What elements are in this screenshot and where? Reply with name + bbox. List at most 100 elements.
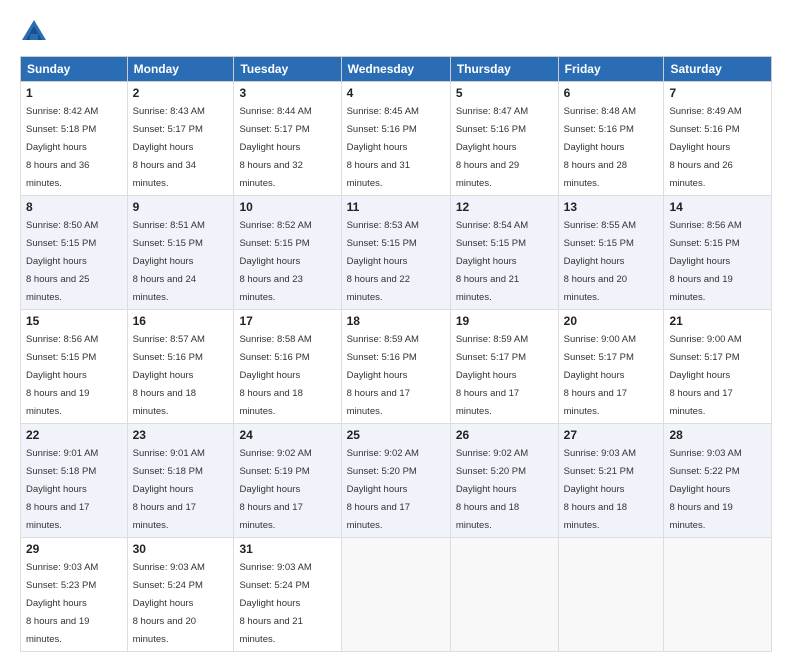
- day-info: Sunrise: 8:45 AMSunset: 5:16 PMDaylight …: [347, 106, 419, 189]
- day-info: Sunrise: 8:54 AMSunset: 5:15 PMDaylight …: [456, 220, 528, 303]
- day-info: Sunrise: 8:59 AMSunset: 5:17 PMDaylight …: [456, 334, 528, 417]
- table-row: [664, 538, 772, 652]
- table-row: 7 Sunrise: 8:49 AMSunset: 5:16 PMDayligh…: [664, 82, 772, 196]
- col-tuesday: Tuesday: [234, 57, 341, 82]
- table-row: 21 Sunrise: 9:00 AMSunset: 5:17 PMDaylig…: [664, 310, 772, 424]
- day-number: 16: [133, 314, 229, 328]
- table-row: 12 Sunrise: 8:54 AMSunset: 5:15 PMDaylig…: [450, 196, 558, 310]
- day-info: Sunrise: 8:56 AMSunset: 5:15 PMDaylight …: [669, 220, 741, 303]
- day-number: 14: [669, 200, 766, 214]
- day-number: 12: [456, 200, 553, 214]
- day-info: Sunrise: 8:59 AMSunset: 5:16 PMDaylight …: [347, 334, 419, 417]
- day-info: Sunrise: 8:49 AMSunset: 5:16 PMDaylight …: [669, 106, 741, 189]
- day-number: 2: [133, 86, 229, 100]
- day-number: 24: [239, 428, 335, 442]
- day-number: 4: [347, 86, 445, 100]
- day-number: 31: [239, 542, 335, 556]
- day-number: 9: [133, 200, 229, 214]
- col-wednesday: Wednesday: [341, 57, 450, 82]
- day-info: Sunrise: 9:03 AMSunset: 5:24 PMDaylight …: [239, 562, 311, 645]
- table-row: 18 Sunrise: 8:59 AMSunset: 5:16 PMDaylig…: [341, 310, 450, 424]
- day-info: Sunrise: 8:42 AMSunset: 5:18 PMDaylight …: [26, 106, 98, 189]
- day-number: 5: [456, 86, 553, 100]
- day-info: Sunrise: 8:43 AMSunset: 5:17 PMDaylight …: [133, 106, 205, 189]
- col-monday: Monday: [127, 57, 234, 82]
- table-row: [558, 538, 664, 652]
- day-number: 22: [26, 428, 122, 442]
- day-number: 11: [347, 200, 445, 214]
- table-row: 27 Sunrise: 9:03 AMSunset: 5:21 PMDaylig…: [558, 424, 664, 538]
- day-number: 23: [133, 428, 229, 442]
- day-info: Sunrise: 9:01 AMSunset: 5:18 PMDaylight …: [133, 448, 205, 531]
- table-row: 2 Sunrise: 8:43 AMSunset: 5:17 PMDayligh…: [127, 82, 234, 196]
- day-number: 1: [26, 86, 122, 100]
- day-info: Sunrise: 9:02 AMSunset: 5:20 PMDaylight …: [347, 448, 419, 531]
- day-info: Sunrise: 8:57 AMSunset: 5:16 PMDaylight …: [133, 334, 205, 417]
- table-row: [450, 538, 558, 652]
- day-info: Sunrise: 8:50 AMSunset: 5:15 PMDaylight …: [26, 220, 98, 303]
- day-number: 30: [133, 542, 229, 556]
- table-row: 9 Sunrise: 8:51 AMSunset: 5:15 PMDayligh…: [127, 196, 234, 310]
- day-info: Sunrise: 8:47 AMSunset: 5:16 PMDaylight …: [456, 106, 528, 189]
- day-number: 15: [26, 314, 122, 328]
- day-info: Sunrise: 8:56 AMSunset: 5:15 PMDaylight …: [26, 334, 98, 417]
- table-row: 31 Sunrise: 9:03 AMSunset: 5:24 PMDaylig…: [234, 538, 341, 652]
- table-row: 22 Sunrise: 9:01 AMSunset: 5:18 PMDaylig…: [21, 424, 128, 538]
- table-row: 5 Sunrise: 8:47 AMSunset: 5:16 PMDayligh…: [450, 82, 558, 196]
- table-row: 10 Sunrise: 8:52 AMSunset: 5:15 PMDaylig…: [234, 196, 341, 310]
- day-number: 10: [239, 200, 335, 214]
- day-info: Sunrise: 9:03 AMSunset: 5:21 PMDaylight …: [564, 448, 636, 531]
- table-row: 11 Sunrise: 8:53 AMSunset: 5:15 PMDaylig…: [341, 196, 450, 310]
- day-info: Sunrise: 8:51 AMSunset: 5:15 PMDaylight …: [133, 220, 205, 303]
- page: Sunday Monday Tuesday Wednesday Thursday…: [0, 0, 792, 612]
- day-info: Sunrise: 8:52 AMSunset: 5:15 PMDaylight …: [239, 220, 311, 303]
- day-number: 13: [564, 200, 659, 214]
- day-number: 19: [456, 314, 553, 328]
- col-friday: Friday: [558, 57, 664, 82]
- table-row: 30 Sunrise: 9:03 AMSunset: 5:24 PMDaylig…: [127, 538, 234, 652]
- day-number: 6: [564, 86, 659, 100]
- day-info: Sunrise: 9:00 AMSunset: 5:17 PMDaylight …: [669, 334, 741, 417]
- day-number: 20: [564, 314, 659, 328]
- logo-icon: [20, 18, 48, 46]
- header-row: Sunday Monday Tuesday Wednesday Thursday…: [21, 57, 772, 82]
- day-info: Sunrise: 9:03 AMSunset: 5:23 PMDaylight …: [26, 562, 98, 645]
- day-info: Sunrise: 8:53 AMSunset: 5:15 PMDaylight …: [347, 220, 419, 303]
- day-number: 18: [347, 314, 445, 328]
- table-row: 29 Sunrise: 9:03 AMSunset: 5:23 PMDaylig…: [21, 538, 128, 652]
- day-number: 8: [26, 200, 122, 214]
- day-number: 26: [456, 428, 553, 442]
- day-info: Sunrise: 9:02 AMSunset: 5:20 PMDaylight …: [456, 448, 528, 531]
- day-info: Sunrise: 9:03 AMSunset: 5:22 PMDaylight …: [669, 448, 741, 531]
- day-info: Sunrise: 9:03 AMSunset: 5:24 PMDaylight …: [133, 562, 205, 645]
- table-row: 17 Sunrise: 8:58 AMSunset: 5:16 PMDaylig…: [234, 310, 341, 424]
- header: [20, 18, 772, 46]
- table-row: 26 Sunrise: 9:02 AMSunset: 5:20 PMDaylig…: [450, 424, 558, 538]
- table-row: 3 Sunrise: 8:44 AMSunset: 5:17 PMDayligh…: [234, 82, 341, 196]
- day-number: 21: [669, 314, 766, 328]
- table-row: 19 Sunrise: 8:59 AMSunset: 5:17 PMDaylig…: [450, 310, 558, 424]
- table-row: [341, 538, 450, 652]
- table-row: 20 Sunrise: 9:00 AMSunset: 5:17 PMDaylig…: [558, 310, 664, 424]
- day-number: 27: [564, 428, 659, 442]
- day-number: 3: [239, 86, 335, 100]
- col-saturday: Saturday: [664, 57, 772, 82]
- day-info: Sunrise: 8:55 AMSunset: 5:15 PMDaylight …: [564, 220, 636, 303]
- table-row: 14 Sunrise: 8:56 AMSunset: 5:15 PMDaylig…: [664, 196, 772, 310]
- table-row: 28 Sunrise: 9:03 AMSunset: 5:22 PMDaylig…: [664, 424, 772, 538]
- logo: [20, 18, 52, 46]
- table-row: 16 Sunrise: 8:57 AMSunset: 5:16 PMDaylig…: [127, 310, 234, 424]
- table-row: 13 Sunrise: 8:55 AMSunset: 5:15 PMDaylig…: [558, 196, 664, 310]
- day-info: Sunrise: 9:01 AMSunset: 5:18 PMDaylight …: [26, 448, 98, 531]
- table-row: 25 Sunrise: 9:02 AMSunset: 5:20 PMDaylig…: [341, 424, 450, 538]
- table-row: 4 Sunrise: 8:45 AMSunset: 5:16 PMDayligh…: [341, 82, 450, 196]
- table-row: 1 Sunrise: 8:42 AMSunset: 5:18 PMDayligh…: [21, 82, 128, 196]
- col-sunday: Sunday: [21, 57, 128, 82]
- day-number: 29: [26, 542, 122, 556]
- day-number: 17: [239, 314, 335, 328]
- day-info: Sunrise: 9:02 AMSunset: 5:19 PMDaylight …: [239, 448, 311, 531]
- table-row: 15 Sunrise: 8:56 AMSunset: 5:15 PMDaylig…: [21, 310, 128, 424]
- table-row: 6 Sunrise: 8:48 AMSunset: 5:16 PMDayligh…: [558, 82, 664, 196]
- calendar: Sunday Monday Tuesday Wednesday Thursday…: [20, 56, 772, 652]
- day-info: Sunrise: 8:48 AMSunset: 5:16 PMDaylight …: [564, 106, 636, 189]
